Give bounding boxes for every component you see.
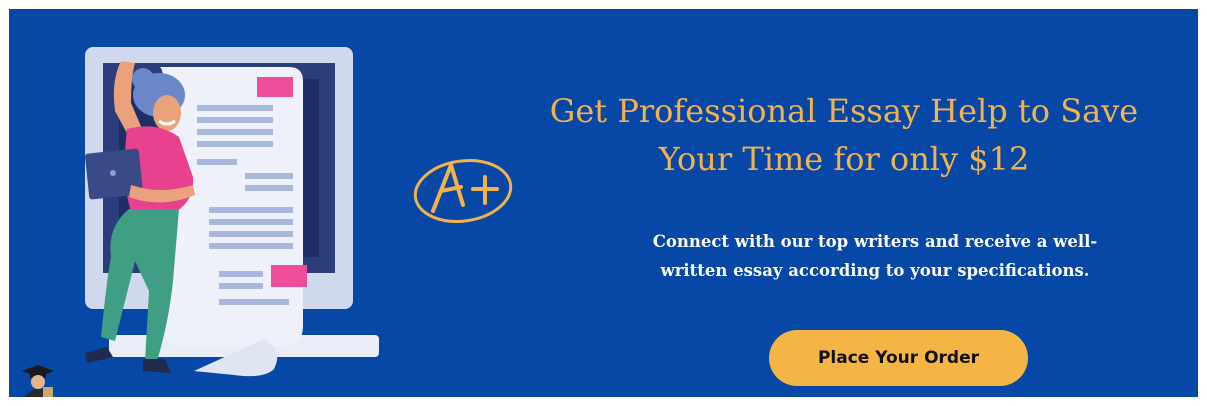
banner-headline: Get Professional Essay Help to Save Your… [499,87,1189,183]
document-tag-top [257,77,293,97]
subtext-line-2: written essay according to your specific… [660,261,1090,280]
document-tag-bottom [271,265,307,287]
woman-with-laptop-and-document-illustration [85,47,379,377]
banner-subtext: Connect with our top writers and receive… [597,227,1153,285]
headline-line-2: Your Time for only $12 [658,140,1030,178]
promo-banner: Get Professional Essay Help to Save Your… [9,9,1198,397]
subtext-line-1: Connect with our top writers and receive… [652,232,1098,251]
headline-line-1: Get Professional Essay Help to Save [549,92,1139,130]
graduate-avatar-icon [22,365,54,397]
place-order-button[interactable]: Place Your Order [769,330,1028,386]
